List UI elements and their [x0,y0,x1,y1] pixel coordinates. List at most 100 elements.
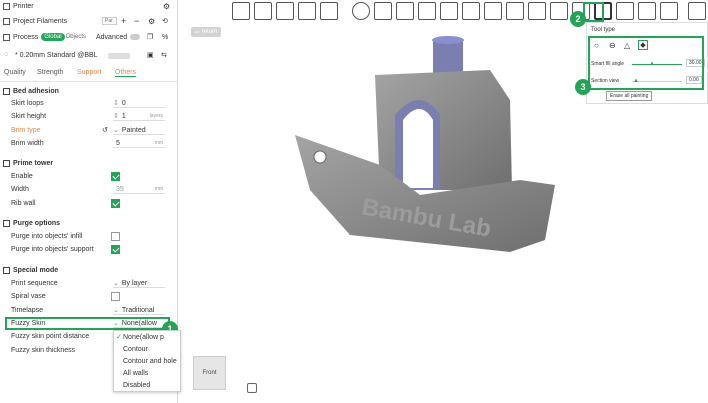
fit-view-icon[interactable] [247,383,257,393]
skirt-height-input[interactable]: ⇕ 1 layers [113,112,165,121]
split-icon[interactable] [462,2,480,20]
tab-support[interactable]: Support [77,69,102,76]
spiral-vase-checkbox[interactable] [111,292,120,301]
dropdown-option-contour-hole[interactable]: Contour and hole [114,355,180,367]
reset-icon[interactable]: ↺ [102,126,108,134]
rib-wall-checkbox[interactable] [111,199,120,208]
plate-icon[interactable] [320,2,338,20]
timelapse-select[interactable]: Traditional [113,306,165,315]
percent-icon[interactable]: % [162,34,168,41]
process-label: Process [13,33,39,41]
fuzzy-skin-highlight [5,317,170,330]
divider [0,81,177,82]
dropdown-option-contour[interactable]: Contour [114,343,180,355]
filaments-badge[interactable]: Par. [102,17,117,25]
tool-type-label: Tool type [591,27,616,33]
tool-panel-highlight [588,36,704,90]
view-cube[interactable]: Front [193,356,226,390]
rib-wall-label: Rib wall [11,200,36,207]
printer-icon [3,2,10,10]
process-icon [3,33,10,41]
width-label: Width [11,186,29,193]
tab-strength[interactable]: Strength [37,69,63,76]
fuzzy-distance-label: Fuzzy skin point distance [11,333,90,340]
filament-icon [3,17,10,25]
purge-support-label: Purge into objects' support [11,246,94,253]
cabin-window [403,109,433,188]
enable-checkbox[interactable] [111,172,120,181]
prime-tower-icon [3,159,10,167]
text-icon[interactable] [506,2,524,20]
process-header: Process Global Objects Advanced ❐ % [0,31,177,43]
width-input[interactable]: 35 mm [113,185,165,194]
erase-all-button[interactable]: Erase all painting [606,91,653,101]
preset-icon: ◌ [4,51,9,58]
skirt-loops-input[interactable]: ⇕ 0 [113,99,165,108]
project-filaments-header[interactable]: Project Filaments Par. + − ⚙ ⟲ [0,15,177,27]
special-mode-icon [3,266,10,274]
purge-support-checkbox[interactable] [111,245,120,254]
skirt-loops-label: Skirt loops [11,100,44,107]
preset-select[interactable]: * 0.20mm Standard @BBL [15,52,98,59]
preset-blur [108,53,130,59]
chimney-top [432,36,464,44]
dropdown-option-none[interactable]: ✓ None(allow p [114,331,180,343]
lay-flat-icon[interactable] [418,2,436,20]
arrange-icon[interactable] [276,2,294,20]
filament-settings-icon[interactable]: ⚙ [148,17,155,26]
view-icon[interactable] [688,2,706,20]
brim-width-label: Brim width [11,140,44,147]
brim-type-select[interactable]: Painted [113,126,165,135]
printer-header[interactable]: Printer ⚙ [0,0,177,12]
brim-type-label: Brim type [11,127,41,134]
rotate-icon[interactable] [374,2,392,20]
check-icon: ✓ [116,334,122,341]
skirt-height-label: Skirt height [11,113,47,120]
assembly-icon[interactable] [616,2,634,20]
copy-icon[interactable]: ❐ [147,33,153,41]
brim-width-input[interactable]: 5 mm [113,139,165,148]
variable-layer-icon[interactable] [550,2,568,20]
scale-icon[interactable] [396,2,414,20]
ruler-icon[interactable] [660,2,678,20]
dropdown-option-all-walls[interactable]: All walls [114,367,180,379]
purge-icon [3,219,10,227]
return-button[interactable]: ↩ return [191,27,221,37]
paint-tool-highlight [583,2,604,22]
global-tab[interactable]: Global [41,33,65,41]
add-cube-icon[interactable] [232,2,250,20]
enable-label: Enable [11,173,33,180]
objects-tab[interactable]: Objects [66,34,86,40]
orient-icon[interactable] [298,2,316,20]
benchy-model[interactable]: Bambu Lab [290,30,570,280]
print-sequence-label: Print sequence [11,280,58,287]
preset-row[interactable]: ◌ * 0.20mm Standard @BBL ▣ ⇆ [0,51,177,63]
add-icon[interactable]: + [121,16,126,26]
top-toolbar [232,2,706,24]
fuzzy-skin-dropdown[interactable]: ✓ None(allow p Contour Contour and hole A… [113,330,181,392]
compare-icon[interactable]: ⇆ [161,51,167,59]
cut-icon[interactable] [440,2,458,20]
special-mode-section: Special mode [0,265,177,275]
purge-infill-checkbox[interactable] [111,232,120,241]
advanced-toggle[interactable] [130,34,140,40]
save-icon[interactable]: ▣ [147,51,154,59]
remove-icon[interactable]: − [134,16,139,26]
filaments-label: Project Filaments [13,17,68,25]
emboss-icon[interactable] [638,2,656,20]
move-icon[interactable] [352,2,370,20]
support-paint-icon[interactable] [484,2,502,20]
gear-icon[interactable]: ⚙ [163,2,170,11]
spiral-vase-label: Spiral vase [11,293,46,300]
porthole [313,150,327,164]
tab-others[interactable]: Others [115,69,137,77]
dropdown-option-disabled[interactable]: Disabled [114,379,180,391]
purge-options-section: Purge options [0,218,177,228]
tab-quality[interactable]: Quality [4,69,26,76]
print-sequence-select[interactable]: By layer [113,279,165,288]
fuzzy-thickness-label: Fuzzy skin thickness [11,347,76,354]
advanced-label: Advanced [96,33,128,41]
grid-icon[interactable] [254,2,272,20]
sync-icon[interactable]: ⟲ [162,17,168,25]
seam-icon[interactable] [528,2,546,20]
